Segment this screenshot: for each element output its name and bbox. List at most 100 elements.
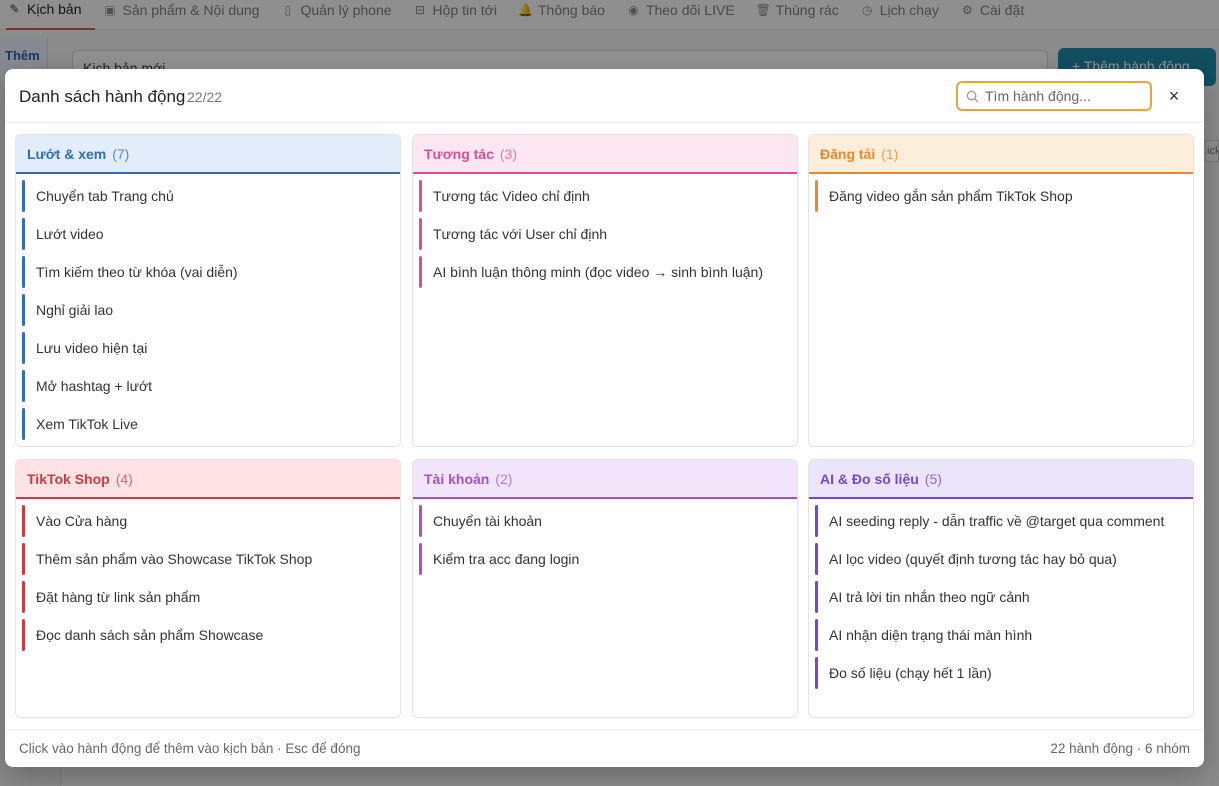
group-action-list: Đăng video gắn sản phẩm TikTok Shop — [809, 174, 1193, 212]
action-item-label: AI nhận diện trạng thái màn hình — [829, 627, 1033, 643]
group-action-list: Tương tác Video chỉ định Tương tác với Us… — [413, 174, 797, 288]
action-item-label: Nghỉ giải lao — [36, 302, 114, 318]
action-item-accent — [22, 543, 25, 575]
action-item[interactable]: Nghỉ giải lao — [22, 294, 394, 326]
action-item[interactable]: Kiểm tra acc đang login — [419, 543, 791, 575]
action-item-label: Thêm sản phẩm vào Showcase TikTok Shop — [36, 551, 313, 567]
action-item[interactable]: Chuyển tab Trang chủ — [22, 180, 394, 212]
action-item[interactable]: Đặt hàng từ link sản phẩm — [22, 581, 394, 613]
action-item-accent — [22, 370, 25, 402]
action-item[interactable]: AI lọc video (quyết định tương tác hay b… — [815, 543, 1187, 575]
action-item-accent — [22, 581, 25, 613]
action-group: Tài khoản (2) Chuyển tài khoản Kiểm tra acc… — [412, 459, 798, 718]
action-item-label: Mở hashtag + lướt — [36, 378, 153, 394]
group-header: TikTok Shop (4) — [16, 460, 400, 499]
action-item-label: Vào Cửa hàng — [36, 513, 128, 529]
action-item[interactable]: AI bình luận thông minh (đọc video → sin… — [419, 256, 791, 288]
action-item[interactable]: Đăng video gắn sản phẩm TikTok Shop — [815, 180, 1187, 212]
action-item[interactable]: AI trả lời tin nhắn theo ngữ cảnh — [815, 581, 1187, 613]
close-icon[interactable]: × — [1163, 85, 1185, 107]
action-item-label: Chuyển tab Trang chủ — [36, 188, 174, 204]
action-item-label: Xem TikTok Live — [36, 416, 138, 432]
group-title: Tài khoản — [424, 471, 490, 487]
search-input[interactable] — [985, 88, 1145, 104]
group-count: (4) — [115, 471, 133, 487]
group-count: (3) — [499, 146, 517, 162]
group-count: (2) — [495, 471, 513, 487]
action-item[interactable]: Mở hashtag + lướt — [22, 370, 394, 402]
action-item-label: Đọc danh sách sản phẩm Showcase — [36, 627, 264, 643]
action-item-accent — [419, 256, 422, 288]
action-item-label: Đăng video gắn sản phẩm TikTok Shop — [829, 188, 1073, 204]
group-title: Đăng tải — [820, 146, 876, 162]
group-title: TikTok Shop — [27, 471, 110, 487]
modal-footer: Click vào hành động để thêm vào kịch bản… — [5, 729, 1204, 767]
action-item-accent — [815, 505, 818, 537]
group-title: Lướt & xem — [27, 146, 107, 162]
group-title: AI & Đo số liệu — [820, 471, 919, 487]
group-count: (5) — [924, 471, 942, 487]
action-item-accent — [815, 657, 818, 689]
action-group: Tương tác (3) Tương tác Video chỉ định Tươn… — [412, 134, 798, 447]
group-action-list: Chuyển tài khoản Kiểm tra acc đang login — [413, 499, 797, 575]
action-item[interactable]: Lướt video — [22, 218, 394, 250]
group-header: Lướt & xem (7) — [16, 135, 400, 174]
action-item[interactable]: Tìm kiếm theo từ khóa (vai diễn) — [22, 256, 394, 288]
action-item-label: Chuyển tài khoản — [433, 513, 542, 529]
group-count: (1) — [881, 146, 899, 162]
action-item-label: Đặt hàng từ link sản phẩm — [36, 589, 201, 605]
action-item[interactable]: Đọc danh sách sản phẩm Showcase — [22, 619, 394, 651]
action-item-accent — [22, 619, 25, 651]
search-field[interactable] — [956, 81, 1152, 111]
group-action-list: AI seeding reply - dẫn traffic về @targe… — [809, 499, 1193, 689]
action-item-accent — [815, 543, 818, 575]
action-item[interactable]: Đo số liệu (chạy hết 1 lần) — [815, 657, 1187, 689]
action-item-label: Đo số liệu (chạy hết 1 lần) — [829, 665, 992, 681]
action-count: 22/22 — [187, 89, 223, 105]
modal-header: Danh sách hành động 22/22 × — [5, 69, 1204, 123]
group-title: Tương tác — [424, 146, 494, 162]
action-item[interactable]: Lưu video hiện tại — [22, 332, 394, 364]
action-item-accent — [419, 505, 422, 537]
action-item-accent — [815, 619, 818, 651]
action-item-label: AI seeding reply - dẫn traffic về @targe… — [829, 513, 1165, 529]
action-item[interactable]: Tương tác Video chỉ định — [419, 180, 791, 212]
action-item-label: AI bình luận thông minh (đọc video → sin… — [433, 264, 763, 280]
action-item-accent — [22, 218, 25, 250]
action-item-accent — [22, 256, 25, 288]
action-item[interactable]: Chuyển tài khoản — [419, 505, 791, 537]
action-group: TikTok Shop (4) Vào Cửa hàng Thêm sản phẩm … — [15, 459, 401, 718]
action-item-label: Lưu video hiện tại — [36, 340, 148, 356]
action-item-accent — [815, 180, 818, 212]
search-icon — [966, 90, 979, 103]
action-item-label: Tương tác Video chỉ định — [433, 188, 590, 204]
action-item[interactable]: Vào Cửa hàng — [22, 505, 394, 537]
footer-hint: Click vào hành động để thêm vào kịch bản… — [19, 741, 361, 756]
action-group: Lướt & xem (7) Chuyển tab Trang chủ Lướt vi… — [15, 134, 401, 447]
action-item-label: AI lọc video (quyết định tương tác hay b… — [829, 551, 1117, 567]
modal-title: Danh sách hành động — [19, 87, 186, 106]
action-item-label: Kiểm tra acc đang login — [433, 551, 580, 567]
action-item-accent — [419, 180, 422, 212]
action-item[interactable]: Tương tác với User chỉ định — [419, 218, 791, 250]
action-item-accent — [22, 408, 25, 440]
group-header: Tài khoản (2) — [413, 460, 797, 499]
group-action-list: Vào Cửa hàng Thêm sản phẩm vào Showcase T… — [16, 499, 400, 651]
action-item-accent — [22, 332, 25, 364]
group-action-list: Chuyển tab Trang chủ Lướt video Tìm kiếm t… — [16, 174, 400, 440]
group-header: Đăng tải (1) — [809, 135, 1193, 174]
action-item-accent — [22, 505, 25, 537]
action-item-accent — [815, 581, 818, 613]
action-item[interactable]: Thêm sản phẩm vào Showcase TikTok Shop — [22, 543, 394, 575]
action-item[interactable]: AI nhận diện trạng thái màn hình — [815, 619, 1187, 651]
action-item-label: Tương tác với User chỉ định — [433, 226, 608, 242]
action-item[interactable]: AI seeding reply - dẫn traffic về @targe… — [815, 505, 1187, 537]
action-item-accent — [419, 218, 422, 250]
action-item[interactable]: Xem TikTok Live — [22, 408, 394, 440]
action-item-label: Tìm kiếm theo từ khóa (vai diễn) — [36, 264, 238, 280]
action-item-label: AI trả lời tin nhắn theo ngữ cảnh — [829, 589, 1030, 605]
action-item-label: Lướt video — [36, 226, 104, 242]
action-group: Đăng tải (1) Đăng video gắn sản phẩm TikTo… — [808, 134, 1194, 447]
group-header: Tương tác (3) — [413, 135, 797, 174]
action-group: AI & Đo số liệu (5) AI seeding reply - dẫn… — [808, 459, 1194, 718]
